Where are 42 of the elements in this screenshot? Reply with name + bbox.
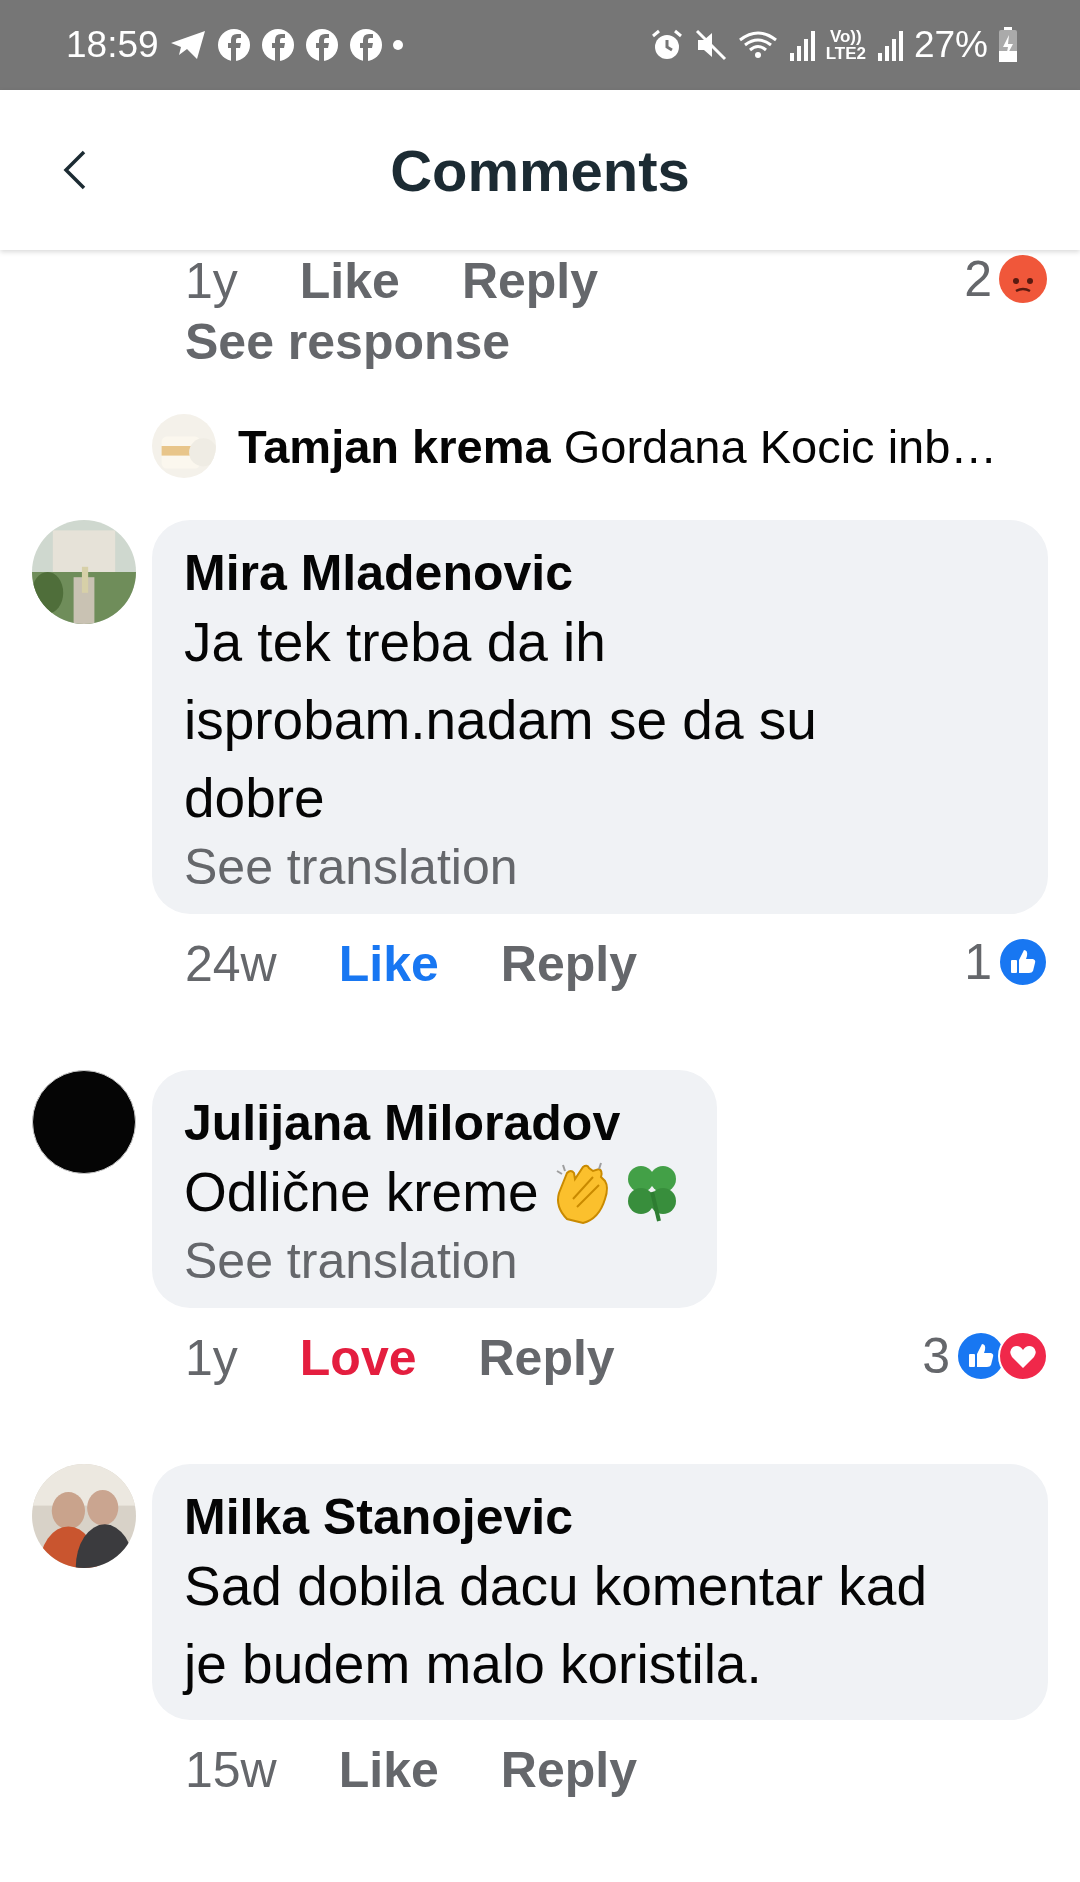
- comment-text: Odlične kreme: [184, 1160, 539, 1225]
- signal-icon: [787, 29, 816, 61]
- facebook-icon: [216, 28, 251, 62]
- battery-percent: 27%: [913, 24, 988, 66]
- signal-icon: [875, 29, 904, 61]
- reply-preview[interactable]: Tamjan krema Gordana Kocic inb…: [238, 418, 998, 474]
- reply-button[interactable]: Reply: [500, 1741, 637, 1799]
- reaction-count: 2: [964, 250, 992, 308]
- comment-time: 15w: [185, 1741, 277, 1799]
- comment-time: 1y: [185, 252, 238, 310]
- comment-time: 24w: [185, 935, 277, 993]
- thumbs-up-icon: [998, 937, 1048, 987]
- like-button[interactable]: Like: [338, 935, 439, 993]
- dot-icon: [392, 40, 403, 50]
- reaction-count: 1: [964, 933, 992, 991]
- comment-text: Ja tek treba da ih isprobam.nadam se da su dobre: [184, 610, 818, 831]
- page-title: Comments: [390, 136, 690, 204]
- comment-author: Milka Stanojevic: [184, 1488, 575, 1547]
- comment-time: 1y: [185, 1329, 238, 1387]
- see-response-link[interactable]: See response: [185, 312, 511, 372]
- comment-author: Julijana Miloradov: [184, 1094, 622, 1153]
- see-translation-link[interactable]: See translation: [184, 837, 518, 897]
- reply-button[interactable]: Reply: [461, 252, 599, 310]
- status-time: 18:59: [66, 24, 159, 66]
- facebook-icon: [260, 28, 295, 62]
- see-translation-link[interactable]: See translation: [184, 1231, 518, 1291]
- angry-face-icon: [998, 254, 1048, 304]
- volte-label: LTE2: [825, 45, 866, 62]
- comment-text: Sad dobila dacu komentar kad je budem malo koristila.: [184, 1554, 928, 1697]
- volte-label: Vo)): [829, 28, 862, 45]
- battery-charging-icon: [998, 27, 1018, 63]
- comment-author: Mira Mladenovic: [184, 544, 574, 603]
- like-button[interactable]: Love: [299, 1329, 417, 1387]
- like-button[interactable]: Like: [338, 1741, 439, 1799]
- like-button[interactable]: Like: [299, 252, 400, 310]
- facebook-icon: [304, 28, 339, 62]
- reply-button[interactable]: Reply: [500, 935, 637, 993]
- facebook-icon: [348, 28, 383, 62]
- reply-button[interactable]: Reply: [478, 1329, 615, 1387]
- alarm-icon: [649, 28, 684, 62]
- mute-icon: [693, 28, 728, 62]
- reaction-count: 3: [922, 1327, 950, 1385]
